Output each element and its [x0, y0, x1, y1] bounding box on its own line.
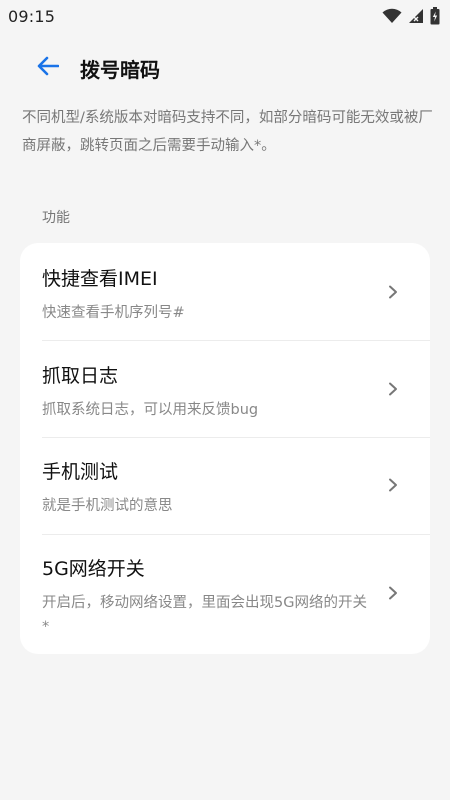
status-icons [382, 7, 440, 25]
item-desc: 开启后，移动网络设置，里面会出现5G网络的开关* [42, 595, 367, 635]
chevron-right-icon [389, 478, 397, 492]
item-desc: 快速查看手机序列号# [42, 305, 185, 321]
arrow-left-icon [37, 56, 60, 80]
item-title: 手机测试 [42, 461, 119, 483]
item-desc: 就是手机测试的意思 [42, 498, 173, 514]
chevron-right-icon [389, 382, 397, 396]
list-item-imei[interactable]: 快捷查看IMEI 快速查看手机序列号# [20, 264, 430, 325]
item-title: 快捷查看IMEI [42, 268, 158, 290]
chevron-right-icon [389, 285, 397, 299]
list-item-logs[interactable]: 抓取日志 抓取系统日志，可以用来反馈bug [20, 361, 430, 422]
battery-charging-icon [430, 7, 440, 25]
back-button[interactable] [28, 48, 68, 88]
divider [42, 534, 430, 535]
divider [42, 340, 430, 341]
function-card: 快捷查看IMEI 快速查看手机序列号# 抓取日志 抓取系统日志，可以用来反馈bu… [20, 243, 430, 654]
list-item-5g-switch[interactable]: 5G网络开关 开启后，移动网络设置，里面会出现5G网络的开关* [20, 554, 430, 639]
item-desc: 抓取系统日志，可以用来反馈bug [42, 402, 259, 418]
signal-icon [408, 8, 424, 24]
chevron-right-icon [389, 586, 397, 600]
wifi-icon [382, 8, 402, 24]
item-title: 抓取日志 [42, 365, 119, 387]
list-item-phone-test[interactable]: 手机测试 就是手机测试的意思 [20, 457, 430, 518]
status-time: 09:15 [8, 6, 56, 26]
divider [42, 437, 430, 438]
notice-text: 不同机型/系统版本对暗码支持不同，如部分暗码可能无效或被厂商屏蔽，跳转页面之后需… [22, 110, 433, 154]
item-title: 5G网络开关 [42, 558, 145, 580]
app-bar: 拨号暗码 [0, 44, 450, 92]
status-bar: 09:15 [0, 0, 450, 32]
page-title: 拨号暗码 [80, 57, 160, 82]
section-label: 功能 [42, 210, 70, 226]
